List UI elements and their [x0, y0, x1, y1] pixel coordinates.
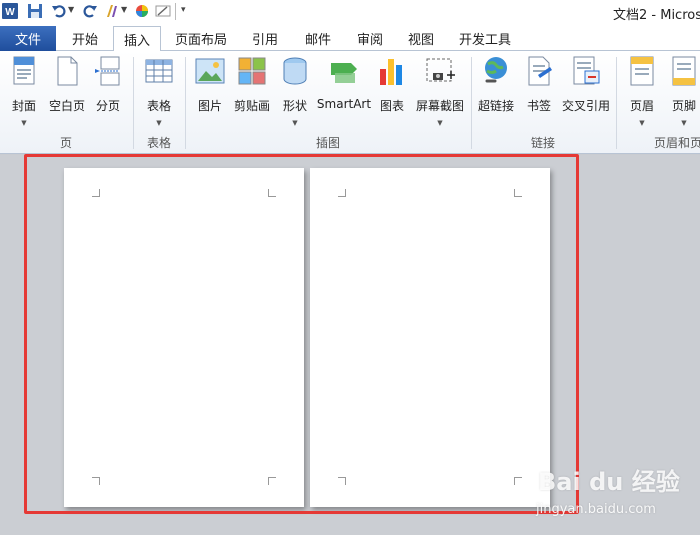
cover-dropdown-icon[interactable]: ▼ — [21, 119, 26, 127]
shapes-label: 形状 — [282, 99, 307, 113]
group-separator — [616, 57, 617, 149]
cross-reference-label: 交叉引用 — [561, 99, 610, 113]
group-label-links: 链接 — [531, 136, 556, 150]
table-dropdown-icon[interactable]: ▼ — [156, 119, 161, 127]
clipart-button[interactable]: 剪贴画 — [233, 55, 271, 127]
cross-reference-icon — [573, 56, 600, 85]
window-title: 文档2 - Micros — [613, 8, 700, 23]
page-break-button[interactable]: 分页 — [93, 55, 123, 127]
picture-button[interactable]: 图片 — [195, 55, 225, 127]
picture-label: 图片 — [197, 99, 222, 113]
group-separator — [185, 57, 186, 149]
smartart-label: SmartArt — [316, 97, 372, 111]
redo-icon[interactable] — [82, 3, 98, 19]
clipart-icon — [238, 57, 266, 85]
blank-page-label: 空白页 — [48, 99, 85, 113]
ribbon-tabs: 文件 开始 插入 页面布局 引用 邮件 审阅 视图 开发工具 — [0, 24, 700, 52]
hyperlink-button[interactable]: 超链接 — [477, 55, 515, 127]
highlight-box — [24, 154, 579, 514]
qat-separator — [175, 3, 176, 20]
hyperlink-label: 超链接 — [477, 99, 514, 113]
picture-icon — [195, 58, 225, 84]
table-icon — [145, 59, 173, 83]
undo-icon[interactable] — [51, 3, 67, 19]
save-icon[interactable] — [27, 3, 43, 19]
shapes-dropdown-icon[interactable]: ▼ — [292, 119, 297, 127]
screenshot-label: 屏幕截图 — [415, 99, 464, 113]
group-label-pages: 页 — [60, 136, 73, 150]
chart-button[interactable]: 图表 — [377, 55, 407, 127]
cross-reference-button[interactable]: 交叉引用 — [560, 55, 612, 127]
baidu-watermark-url: jingyan.baidu.com — [536, 502, 656, 517]
header-icon — [630, 56, 654, 86]
header-dropdown-icon[interactable]: ▼ — [639, 119, 644, 127]
tab-page-layout[interactable]: 页面布局 — [168, 26, 234, 51]
tab-file[interactable]: 文件 — [0, 26, 56, 51]
smartart-button[interactable]: SmartArt — [317, 55, 371, 127]
blank-page-button[interactable]: 空白页 — [47, 55, 87, 127]
tab-review[interactable]: 审阅 — [347, 26, 393, 51]
header-button[interactable]: 页眉 ▼ — [627, 55, 657, 127]
footer-dropdown-icon[interactable]: ▼ — [681, 119, 686, 127]
group-label-tables: 表格 — [147, 136, 172, 150]
tab-insert[interactable]: 插入 — [113, 26, 161, 52]
bookmark-icon — [528, 56, 552, 86]
screenshot-dropdown-icon[interactable]: ▼ — [437, 119, 442, 127]
undo-dropdown-icon[interactable]: ▼ — [68, 5, 74, 14]
group-separator — [471, 57, 472, 149]
table-label: 表格 — [146, 99, 171, 113]
screenshot-icon — [426, 58, 455, 82]
tab-developer[interactable]: 开发工具 — [452, 26, 518, 51]
table-button[interactable]: 表格 ▼ — [144, 55, 174, 127]
cover-page-label: 封面 — [11, 99, 36, 113]
screenshot-button[interactable]: 屏幕截图 ▼ — [414, 55, 466, 127]
tab-view[interactable]: 视图 — [398, 26, 444, 51]
hyperlink-icon — [485, 57, 507, 83]
shapes-button[interactable]: 形状 ▼ — [280, 55, 310, 127]
group-separator — [133, 57, 134, 149]
footer-icon — [672, 56, 696, 86]
bookmark-button[interactable]: 书签 — [524, 55, 554, 127]
chart-icon — [380, 59, 402, 85]
footer-button[interactable]: 页脚 ▼ — [669, 55, 699, 127]
header-label: 页眉 — [629, 99, 654, 113]
footer-label: 页脚 — [671, 99, 696, 113]
page-break-label: 分页 — [95, 99, 120, 113]
customize-qat-icon[interactable]: ▾ — [181, 5, 186, 15]
word-app-icon[interactable]: W — [2, 3, 18, 19]
blank-page-icon — [57, 56, 78, 86]
color-wheel-icon[interactable] — [134, 3, 150, 19]
group-label-illustrations: 插图 — [316, 136, 341, 150]
chart-label: 图表 — [379, 99, 404, 113]
ribbon-insert: 封面 ▼ 空白页 分页 页 表格 ▼ 表格 图片 剪贴画 形状 ▼ SmartA… — [0, 51, 700, 154]
format-painter-icon[interactable] — [104, 3, 120, 19]
format-dropdown-icon[interactable]: ▼ — [121, 5, 127, 14]
clipart-label: 剪贴画 — [233, 99, 270, 113]
cover-page-button[interactable]: 封面 ▼ — [9, 55, 39, 127]
bookmark-label: 书签 — [526, 99, 551, 113]
group-label-header-footer: 页眉和页 — [654, 136, 700, 150]
tab-mailings[interactable]: 邮件 — [295, 26, 341, 51]
shapes-icon — [283, 57, 307, 85]
svg-text:W: W — [5, 7, 15, 18]
title-bar: W ▼ ▼ ▾ 文档2 - Micros — [0, 0, 700, 24]
tab-home[interactable]: 开始 — [60, 26, 110, 51]
draw-icon[interactable] — [155, 3, 171, 19]
cover-page-icon — [13, 56, 35, 85]
page-break-icon — [95, 56, 120, 86]
smartart-icon — [331, 63, 357, 83]
baidu-watermark-logo: Bai du 经验 — [538, 468, 680, 496]
tab-references[interactable]: 引用 — [242, 26, 288, 51]
